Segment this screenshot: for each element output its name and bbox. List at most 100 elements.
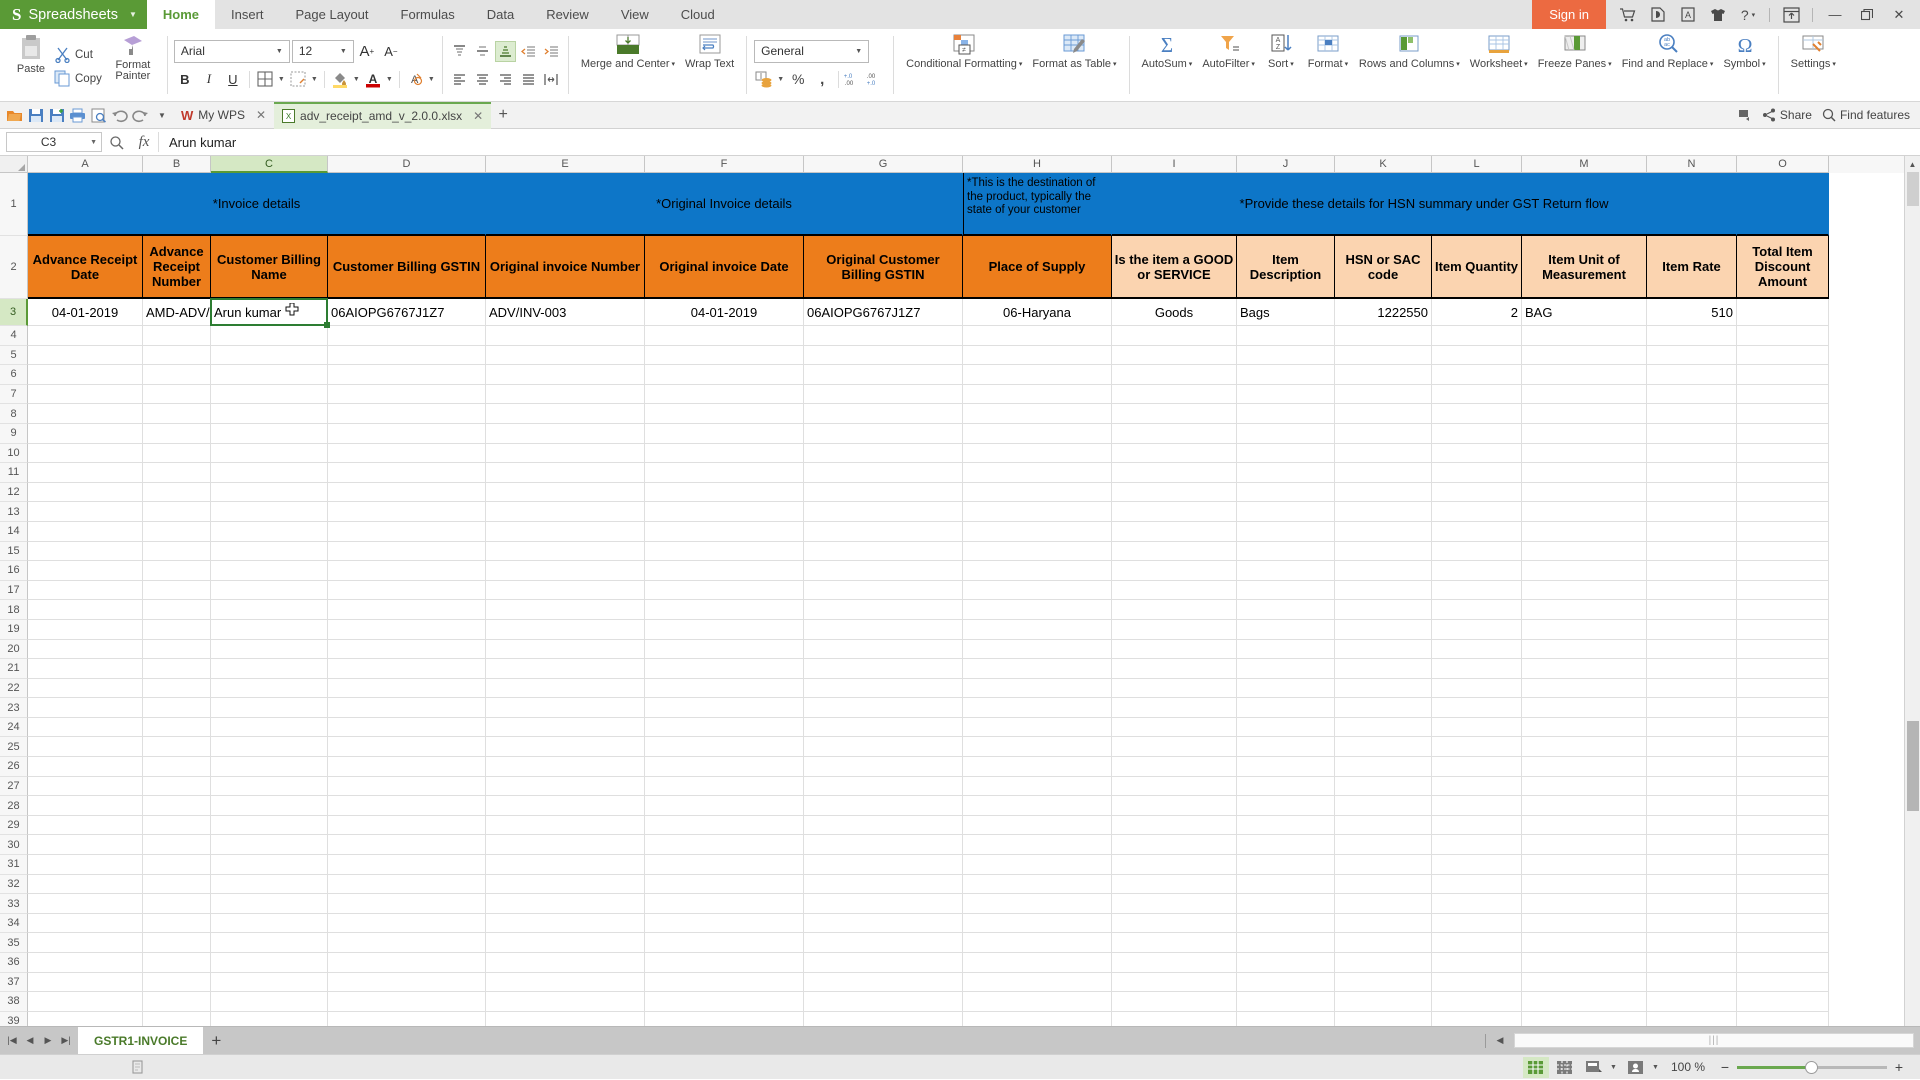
doc-tab-my-wps[interactable]: W My WPS ✕ <box>173 102 274 129</box>
cell-k22[interactable] <box>1335 678 1432 699</box>
cell-f22[interactable] <box>645 678 804 699</box>
cell-c27[interactable] <box>211 776 328 797</box>
header-cell-k[interactable]: HSN or SAC code <box>1335 236 1432 299</box>
cell-d14[interactable] <box>328 521 486 542</box>
cell-g6[interactable] <box>804 365 963 385</box>
cell-b20[interactable] <box>143 639 211 660</box>
cell-e32[interactable] <box>486 874 645 895</box>
cell-i30[interactable] <box>1112 835 1237 856</box>
cell-c3[interactable]: Arun kumar <box>211 299 328 326</box>
cell-j35[interactable] <box>1237 933 1335 953</box>
freeze-panes-button[interactable]: Freeze Panes ▾ <box>1533 29 1617 101</box>
tab-home[interactable]: Home <box>146 0 215 29</box>
cell-l35[interactable] <box>1432 933 1522 953</box>
cell-a34[interactable] <box>28 913 143 934</box>
cell-a26[interactable] <box>28 757 143 777</box>
cell-j29[interactable] <box>1237 815 1335 836</box>
cell-b35[interactable] <box>143 933 211 953</box>
cell-k31[interactable] <box>1335 855 1432 875</box>
header-cell-b[interactable]: Advance Receipt Number <box>143 236 211 299</box>
cell-k20[interactable] <box>1335 639 1432 660</box>
cell-k6[interactable] <box>1335 365 1432 385</box>
cell-b14[interactable] <box>143 521 211 542</box>
tshirt-icon[interactable] <box>1704 0 1732 29</box>
cell-d18[interactable] <box>328 600 486 620</box>
cell-i18[interactable] <box>1112 600 1237 620</box>
conditional-formatting-button[interactable]: ≠ Conditional Formatting ▾ <box>901 29 1027 101</box>
cell-h21[interactable] <box>963 659 1112 679</box>
cell-n7[interactable] <box>1647 384 1737 405</box>
cell-c15[interactable] <box>211 541 328 562</box>
cell-n38[interactable] <box>1647 992 1737 1012</box>
cell-m35[interactable] <box>1522 933 1647 953</box>
cell-h26[interactable] <box>963 757 1112 777</box>
cell-l5[interactable] <box>1432 345 1522 366</box>
cell-e8[interactable] <box>486 404 645 424</box>
cell-k5[interactable] <box>1335 345 1432 366</box>
cell-n9[interactable] <box>1647 423 1737 444</box>
cell-d20[interactable] <box>328 639 486 660</box>
cell-j4[interactable] <box>1237 326 1335 346</box>
cell-a30[interactable] <box>28 835 143 856</box>
cell-f15[interactable] <box>645 541 804 562</box>
cell-g28[interactable] <box>804 796 963 816</box>
cell-f5[interactable] <box>645 345 804 366</box>
cell-c26[interactable] <box>211 757 328 777</box>
cell-i27[interactable] <box>1112 776 1237 797</box>
column-header-i[interactable]: I <box>1112 156 1237 173</box>
cell-g11[interactable] <box>804 463 963 483</box>
cell-f14[interactable] <box>645 521 804 542</box>
cell-e22[interactable] <box>486 678 645 699</box>
cell-m38[interactable] <box>1522 992 1647 1012</box>
cell-i35[interactable] <box>1112 933 1237 953</box>
cell-d35[interactable] <box>328 933 486 953</box>
cell-g21[interactable] <box>804 659 963 679</box>
cell-o3[interactable] <box>1737 299 1829 326</box>
banner-cell-2[interactable]: *This is the destination of the product,… <box>963 173 1112 236</box>
cell-c9[interactable] <box>211 423 328 444</box>
cell-n35[interactable] <box>1647 933 1737 953</box>
cell-f29[interactable] <box>645 815 804 836</box>
cell-m27[interactable] <box>1522 776 1647 797</box>
cell-l13[interactable] <box>1432 502 1522 522</box>
chevron-down-icon[interactable]: ▼ <box>385 76 394 83</box>
align-bottom-button[interactable] <box>494 40 516 62</box>
cell-n26[interactable] <box>1647 757 1737 777</box>
cell-a29[interactable] <box>28 815 143 836</box>
cell-d7[interactable] <box>328 384 486 405</box>
formula-input[interactable]: Arun kumar <box>158 132 1920 152</box>
align-center-button[interactable] <box>472 69 493 90</box>
cell-f36[interactable] <box>645 953 804 973</box>
cell-b27[interactable] <box>143 776 211 797</box>
cell-h4[interactable] <box>963 326 1112 346</box>
cell-f30[interactable] <box>645 835 804 856</box>
bold-button[interactable]: B <box>174 68 196 90</box>
cell-h7[interactable] <box>963 384 1112 405</box>
banner-cell-3[interactable]: *Provide these details for HSN summary u… <box>1112 173 1737 236</box>
cell-n24[interactable] <box>1647 717 1737 738</box>
cell-f13[interactable] <box>645 502 804 522</box>
cell-k34[interactable] <box>1335 913 1432 934</box>
cell-g39[interactable] <box>804 1011 963 1026</box>
chevron-down-icon[interactable]: ▼ <box>1610 1064 1620 1071</box>
cell-k26[interactable] <box>1335 757 1432 777</box>
cell-l30[interactable] <box>1432 835 1522 856</box>
cell-i15[interactable] <box>1112 541 1237 562</box>
align-right-button[interactable] <box>495 69 516 90</box>
cell-k3[interactable]: 1222550 <box>1335 299 1432 326</box>
cell-b30[interactable] <box>143 835 211 856</box>
header-cell-o[interactable]: Total Item Discount Amount <box>1737 236 1829 299</box>
cell-c7[interactable] <box>211 384 328 405</box>
cell-l22[interactable] <box>1432 678 1522 699</box>
cell-o6[interactable] <box>1737 365 1829 385</box>
column-header-j[interactable]: J <box>1237 156 1335 173</box>
row-header-38[interactable]: 38 <box>0 992 28 1012</box>
cell-k9[interactable] <box>1335 423 1432 444</box>
cell-j8[interactable] <box>1237 404 1335 424</box>
cell-j31[interactable] <box>1237 855 1335 875</box>
cell-d25[interactable] <box>328 737 486 758</box>
cell-k14[interactable] <box>1335 521 1432 542</box>
chevron-down-icon[interactable]: ▼ <box>776 76 785 83</box>
cell-k10[interactable] <box>1335 443 1432 464</box>
cell-a23[interactable] <box>28 698 143 718</box>
